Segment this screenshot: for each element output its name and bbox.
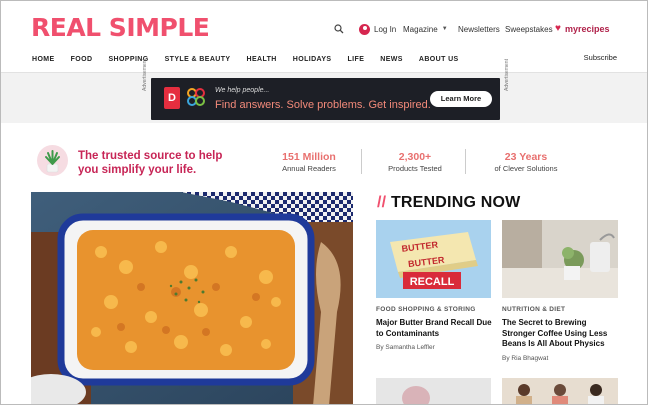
nav-item-holidays[interactable]: HOLIDAYS [293, 56, 332, 63]
stat-products: 2,300+ Products Tested [379, 151, 451, 174]
hero-photo [31, 192, 353, 404]
ad-brand-logo: D [164, 87, 180, 109]
trending-card-2-image[interactable] [502, 220, 618, 298]
trending-card-1-byline: By Samantha Leffler [376, 344, 435, 351]
sweepstakes-link[interactable]: Sweepstakes [505, 21, 553, 37]
trending-card-1-category[interactable]: FOOD SHOPPING & STORING [376, 306, 476, 313]
ad-label-left: Advertisement [142, 59, 148, 91]
stat-readers: 151 Million Annual Readers [273, 151, 345, 174]
site-logo[interactable]: REAL SIMPLE [31, 13, 210, 42]
login-label: Log In [374, 24, 397, 34]
stat-label: Products Tested [388, 164, 442, 173]
ad-headline-part-1: Find answers. [215, 99, 284, 111]
coffee-brewing-image [502, 220, 618, 298]
search-icon [334, 24, 344, 34]
ad-banner[interactable]: D We help people... Find answers. Solve … [151, 78, 500, 120]
magazine-menu[interactable]: Magazine ▼ [403, 21, 448, 37]
newsletters-link[interactable]: Newsletters [458, 21, 500, 37]
stat-value: 23 Years [504, 151, 548, 163]
stat-divider [361, 149, 362, 174]
trending-card-4-photo [502, 378, 618, 404]
trending-heading-text: TRENDING NOW [390, 194, 521, 211]
stat-label: of Clever Solutions [494, 164, 558, 173]
magazine-label: Magazine [403, 24, 438, 34]
stat-divider [465, 149, 466, 174]
user-icon [359, 23, 370, 35]
trending-card-1-image[interactable]: BUTTER BUTTER RECALL [376, 220, 491, 298]
page: REAL SIMPLE Log In Magazine ▼ Newsletter… [0, 0, 648, 405]
ad-small-text: We help people... [215, 87, 270, 94]
stat-label: Annual Readers [282, 164, 336, 173]
trending-card-2-title[interactable]: The Secret to Brewing Stronger Coffee Us… [502, 318, 620, 350]
image-text-recall: RECALL [410, 276, 455, 288]
ad-knot-icon [187, 88, 205, 106]
ad-headline: Find answers. Solve problems. Get inspir… [215, 99, 431, 111]
ad-learn-more-button[interactable]: Learn More [430, 91, 492, 107]
heart-icon: ♥ [555, 23, 561, 34]
trending-card-1-title[interactable]: Major Butter Brand Recall Due to Contami… [376, 318, 494, 339]
plant-illustration [37, 145, 68, 176]
butter-recall-image: BUTTER BUTTER RECALL [376, 220, 491, 298]
nav-item-life[interactable]: LIFE [348, 56, 365, 63]
trending-card-3-image[interactable] [376, 378, 491, 404]
stat-value: 151 Million [282, 151, 336, 163]
trending-card-3-photo [376, 378, 491, 404]
trending-card-4-image[interactable] [502, 378, 618, 404]
nav-item-about-us[interactable]: ABOUT US [419, 56, 459, 63]
myrecipes-link[interactable]: ♥ myrecipes [555, 21, 609, 37]
trending-heading: // TRENDING NOW [377, 194, 520, 212]
ad-headline-part-3: Get inspired. [368, 99, 431, 111]
subscribe-link[interactable]: Subscribe [584, 53, 617, 62]
main-nav: HOME FOOD SHOPPING STYLE & BEAUTY HEALTH… [32, 53, 617, 65]
trending-card-2-byline: By Ria Bhagwat [502, 355, 549, 362]
ad-headline-part-2: Solve problems. [286, 99, 366, 111]
nav-item-news[interactable]: NEWS [380, 56, 403, 63]
hero-image-mac-and-cheese[interactable] [31, 192, 353, 404]
chevron-down-icon: ▼ [441, 26, 448, 32]
ad-label-right: Advertisement [504, 59, 510, 91]
nav-item-food[interactable]: FOOD [71, 56, 93, 63]
trending-card-2-category[interactable]: NUTRITION & DIET [502, 306, 565, 313]
login-button[interactable]: Log In [359, 21, 396, 37]
search-button[interactable] [334, 21, 344, 37]
nav-item-style-beauty[interactable]: STYLE & BEAUTY [165, 56, 231, 63]
stat-years: 23 Years of Clever Solutions [482, 151, 570, 174]
plant-icon [45, 150, 60, 173]
nav-item-home[interactable]: HOME [32, 56, 55, 63]
myrecipes-label: myrecipes [564, 24, 610, 34]
site-tagline: The trusted source to help you simplify … [78, 150, 223, 176]
stat-value: 2,300+ [398, 151, 432, 163]
trending-slashes: // [377, 194, 387, 211]
nav-item-health[interactable]: HEALTH [246, 56, 276, 63]
